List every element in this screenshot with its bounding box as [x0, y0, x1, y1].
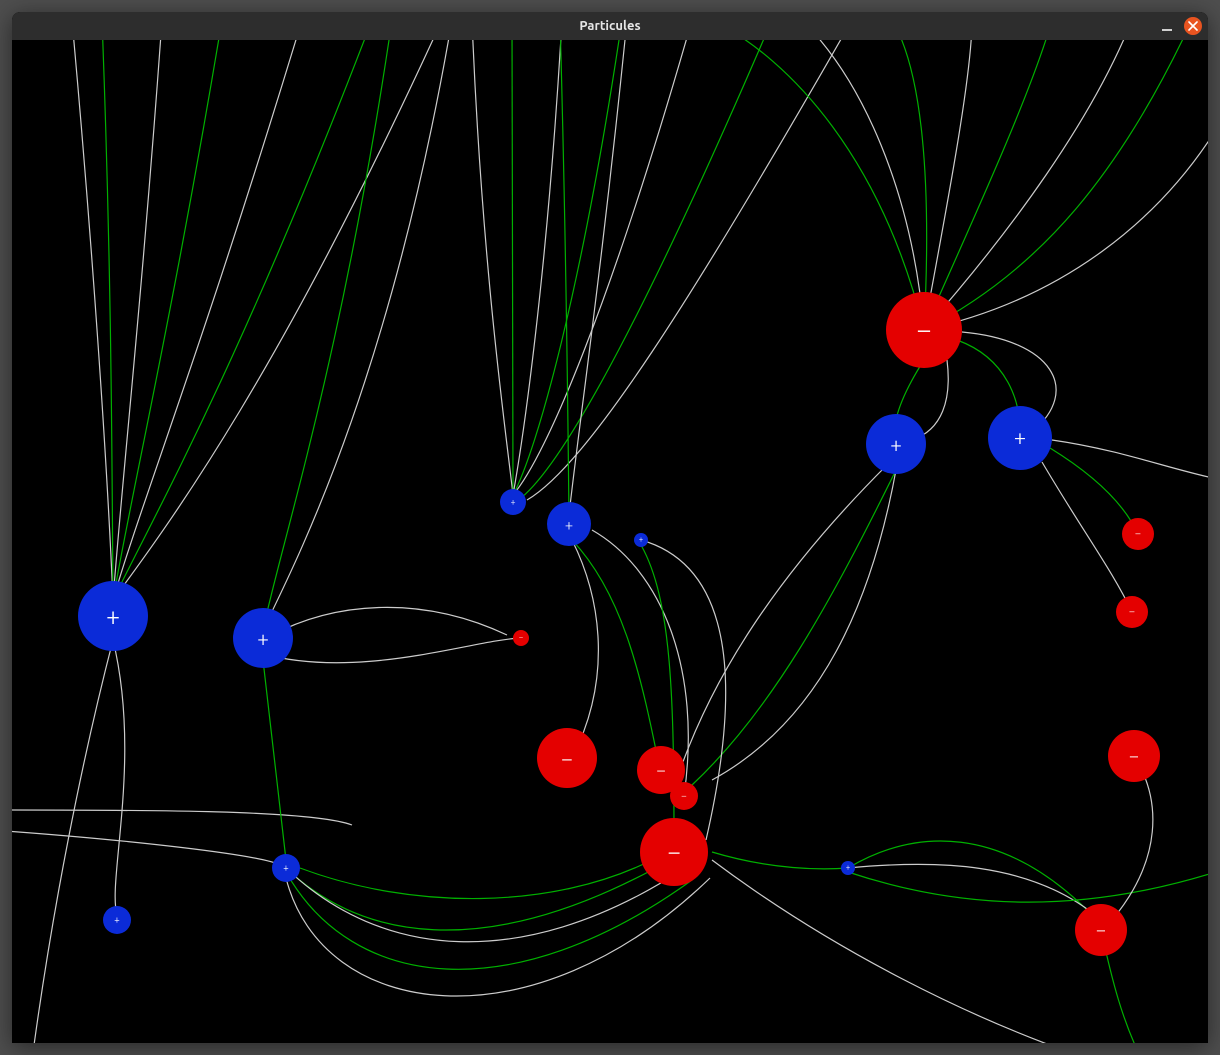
field-line — [286, 872, 692, 969]
titlebar[interactable]: Particules — [12, 12, 1208, 40]
minus-icon: − — [1135, 529, 1141, 540]
plus-icon: + — [283, 863, 289, 873]
minus-icon: − — [1129, 607, 1135, 618]
plus-icon: + — [890, 434, 902, 455]
field-line — [263, 607, 507, 640]
particle-positive[interactable]: + — [547, 502, 591, 546]
field-line — [1052, 440, 1208, 480]
particle-positive[interactable]: + — [500, 489, 526, 515]
plus-icon: + — [106, 604, 120, 629]
close-icon[interactable] — [1184, 17, 1202, 35]
field-line — [569, 40, 627, 515]
particle-negative[interactable]: − — [886, 292, 962, 368]
field-line — [113, 40, 442, 600]
particle-negative[interactable]: − — [1108, 730, 1160, 782]
particle-negative[interactable]: − — [640, 818, 708, 886]
field-line — [513, 40, 562, 495]
field-line — [521, 40, 772, 498]
plus-icon: + — [846, 864, 851, 872]
minus-icon: − — [916, 317, 931, 344]
field-line — [924, 40, 1192, 330]
field-line — [32, 640, 113, 1043]
field-line — [263, 40, 392, 630]
field-line — [72, 40, 113, 600]
field-line — [472, 40, 513, 495]
plus-icon: + — [639, 536, 644, 544]
field-line — [712, 852, 848, 869]
plus-icon: + — [257, 628, 269, 649]
particle-negative[interactable]: − — [670, 782, 698, 810]
field-line — [113, 40, 302, 600]
simulation-canvas[interactable]: − + + − − − − + + + − + + − − − − + + + — [12, 40, 1208, 1043]
field-line — [848, 841, 1097, 920]
field-line — [263, 40, 452, 630]
window-controls — [1160, 17, 1202, 35]
field-line — [641, 545, 674, 846]
plus-icon: + — [114, 915, 120, 925]
minus-icon: − — [667, 840, 681, 864]
field-line — [572, 540, 598, 758]
field-line — [527, 40, 852, 500]
particle-negative[interactable]: − — [1116, 596, 1148, 628]
particle-negative[interactable]: − — [513, 630, 529, 646]
field-line — [892, 40, 927, 330]
field-line — [300, 860, 652, 899]
plus-icon: + — [510, 498, 515, 507]
field-line — [692, 470, 896, 785]
minimize-icon[interactable] — [1160, 19, 1174, 33]
particle-positive[interactable]: + — [866, 414, 926, 474]
minus-icon: − — [681, 791, 687, 801]
field-line — [113, 640, 125, 915]
plus-icon: + — [1014, 427, 1026, 449]
field-lines — [12, 40, 1208, 1043]
field-line — [1050, 448, 1138, 534]
field-line — [712, 40, 924, 330]
field-line — [12, 830, 280, 865]
field-line — [924, 40, 972, 330]
particle-positive[interactable]: + — [233, 608, 293, 668]
field-line — [848, 864, 1101, 920]
field-line — [286, 868, 674, 942]
particle-positive[interactable]: + — [272, 854, 300, 882]
field-line — [1042, 462, 1132, 612]
window-title: Particules — [579, 19, 640, 33]
field-line — [802, 40, 924, 330]
particle-negative[interactable]: − — [1075, 904, 1127, 956]
field-line — [113, 40, 372, 600]
field-line — [102, 40, 113, 600]
field-line — [12, 810, 352, 825]
particle-negative[interactable]: − — [1122, 518, 1154, 550]
particle-positive[interactable]: + — [103, 906, 131, 934]
field-line — [263, 638, 521, 663]
field-line — [286, 878, 710, 996]
minus-icon: − — [561, 748, 573, 769]
particle-negative[interactable]: − — [537, 728, 597, 788]
field-line — [924, 40, 1132, 330]
plus-icon: + — [565, 517, 573, 532]
app-window: Particules − + + − − − − + + + − + + − − − − + + + — [12, 12, 1208, 1043]
minus-icon: − — [519, 634, 524, 642]
field-line — [513, 40, 692, 495]
particle-positive[interactable]: + — [988, 406, 1052, 470]
minus-icon: − — [656, 762, 666, 779]
field-line — [924, 120, 1208, 330]
minus-icon: − — [1129, 747, 1139, 765]
field-line — [924, 40, 1052, 330]
particle-positive[interactable]: + — [841, 861, 855, 875]
minus-icon: − — [1096, 921, 1106, 939]
field-line — [113, 40, 222, 600]
particle-positive[interactable]: + — [78, 581, 148, 651]
particle-positive[interactable]: + — [634, 533, 648, 547]
field-line — [263, 660, 286, 860]
field-line — [848, 870, 1208, 902]
field-line — [512, 40, 513, 495]
field-line — [680, 466, 886, 770]
